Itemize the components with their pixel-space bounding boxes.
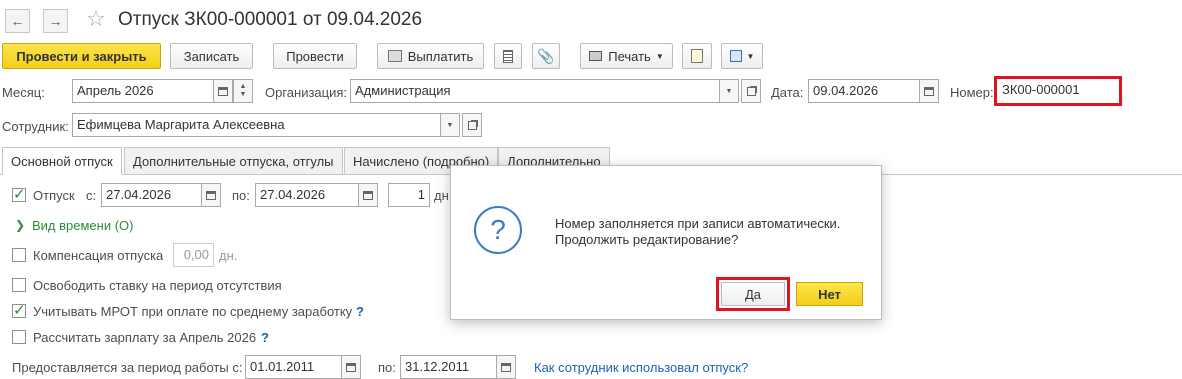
number-highlight: [994, 76, 1122, 106]
date-field[interactable]: 09.04.2026: [808, 79, 920, 103]
question-icon: ?: [474, 206, 522, 254]
dialog-message: Номер заполняется при записи автоматичес…: [555, 216, 840, 248]
yes-button-highlight: [716, 277, 790, 311]
employee-open-button[interactable]: [462, 113, 482, 137]
save-label: Записать: [183, 48, 240, 64]
chevron-down-icon: ▼: [746, 51, 755, 61]
time-kind-link[interactable]: Вид времени (О): [32, 218, 134, 233]
period-from-field[interactable]: 01.01.2011: [245, 355, 343, 379]
printer-icon: [589, 51, 603, 61]
vacation-from-field[interactable]: 27.04.2026: [101, 183, 203, 207]
month-spinner[interactable]: ▲ ▼: [233, 79, 253, 103]
forward-button[interactable]: →: [43, 9, 68, 33]
calc-salary-label: Рассчитать зарплату за Апрель 2026: [33, 330, 257, 345]
period-from-calendar-button[interactable]: [341, 355, 361, 379]
mrot-checkbox[interactable]: [12, 301, 26, 319]
organization-field[interactable]: Администрация: [350, 79, 722, 103]
save-button[interactable]: Записать: [170, 43, 253, 69]
from-label: с:: [86, 188, 97, 203]
period-label: Предоставляется за период работы с:: [12, 360, 243, 375]
back-button[interactable]: ←: [5, 9, 30, 33]
post-and-close-button[interactable]: Провести и закрыть: [2, 43, 161, 69]
to-calendar-button[interactable]: [358, 183, 378, 207]
compensation-days-field[interactable]: 0,00: [173, 243, 214, 267]
days-unit: дн: [434, 188, 449, 203]
from-calendar-button[interactable]: [201, 183, 221, 207]
export-icon: [729, 50, 742, 62]
to-label: по:: [232, 188, 250, 203]
report-button[interactable]: [682, 43, 712, 69]
pay-label: Выплатить: [407, 48, 474, 64]
open-icon: [746, 86, 756, 96]
no-label: Нет: [818, 286, 841, 302]
period-to-label: по:: [378, 360, 396, 375]
organization-dropdown-button[interactable]: ▼: [719, 79, 739, 103]
calendar-icon: [206, 190, 216, 200]
pay-icon: [387, 50, 402, 62]
employee-label: Сотрудник:: [2, 119, 69, 134]
vacation-usage-link[interactable]: Как сотрудник использовал отпуск?: [534, 360, 748, 375]
month-label: Месяц:: [2, 85, 45, 100]
tab-additional-vacations[interactable]: Дополнительные отпуска, отгулы: [124, 147, 343, 175]
employee-field[interactable]: Ефимцева Маргарита Алексеевна: [72, 113, 442, 137]
month-field[interactable]: Апрель 2026: [72, 79, 214, 103]
print-button[interactable]: Печать ▼: [580, 43, 673, 69]
calendar-icon: [501, 362, 511, 372]
spin-up-icon: ▲: [239, 83, 247, 90]
organization-open-button[interactable]: [741, 79, 761, 103]
favorite-star-icon[interactable]: ☆: [86, 6, 106, 32]
confirm-dialog: ? Номер заполняется при записи автоматич…: [450, 165, 882, 320]
vacation-to-field[interactable]: 27.04.2026: [255, 183, 359, 207]
dialog-message-line-1: Номер заполняется при записи автоматичес…: [555, 216, 841, 231]
calendar-icon: [218, 86, 228, 96]
paperclip-icon: 📎: [537, 47, 555, 64]
spin-down-icon: ▼: [239, 91, 247, 98]
calc-salary-help-icon[interactable]: ?: [261, 330, 269, 345]
mrot-label: Учитывать МРОТ при оплате по среднему за…: [33, 304, 353, 319]
dialog-message-line-2: Продолжить редактирование?: [555, 232, 739, 247]
vacation-label: Отпуск: [33, 188, 75, 203]
free-rate-checkbox[interactable]: [12, 278, 26, 292]
post-label: Провести: [286, 48, 344, 64]
tab-main-vacation[interactable]: Основной отпуск: [2, 147, 122, 175]
calendar-button[interactable]: [213, 79, 233, 103]
mrot-help-icon[interactable]: ?: [356, 304, 364, 319]
calendar-icon: [346, 362, 356, 372]
chevron-down-icon: ▼: [446, 121, 454, 129]
no-button[interactable]: Нет: [796, 282, 863, 306]
compensation-unit: дн.: [219, 248, 238, 263]
pay-button[interactable]: Выплатить: [377, 43, 484, 69]
free-rate-label: Освободить ставку на период отсутствия: [33, 278, 282, 293]
post-and-close-label: Провести и закрыть: [16, 48, 147, 64]
report-icon: [691, 49, 703, 63]
employee-dropdown-button[interactable]: ▼: [440, 113, 460, 137]
compensation-label: Компенсация отпуска: [33, 248, 164, 263]
arrow-right-icon: →: [48, 13, 63, 29]
days-field[interactable]: 1: [388, 183, 430, 207]
compensation-checkbox[interactable]: [12, 248, 26, 262]
number-label: Номер:: [950, 85, 994, 100]
date-label: Дата:: [771, 85, 804, 100]
chevron-right-icon: ❯: [15, 218, 26, 232]
open-icon: [467, 120, 477, 130]
chevron-down-icon: ▼: [655, 51, 664, 61]
calendar-icon: [924, 86, 934, 96]
more-actions-button[interactable]: ▼: [721, 43, 763, 69]
organization-label: Организация:: [265, 85, 348, 100]
calendar-icon: [363, 190, 373, 200]
arrow-left-icon: ←: [10, 13, 25, 29]
calc-salary-checkbox[interactable]: [12, 330, 26, 344]
vacation-checkbox[interactable]: [12, 185, 26, 203]
date-calendar-button[interactable]: [919, 79, 939, 103]
period-to-field[interactable]: 31.12.2011: [400, 355, 498, 379]
page-title: Отпуск ЗК00-000001 от 09.04.2026: [118, 9, 423, 30]
chevron-down-icon: ▼: [725, 87, 733, 95]
document-list-button[interactable]: [494, 43, 522, 69]
print-label: Печать: [608, 48, 651, 64]
period-to-calendar-button[interactable]: [496, 355, 516, 379]
post-button[interactable]: Провести: [273, 43, 357, 69]
attach-button[interactable]: 📎: [532, 43, 560, 69]
list-icon: [503, 49, 513, 63]
